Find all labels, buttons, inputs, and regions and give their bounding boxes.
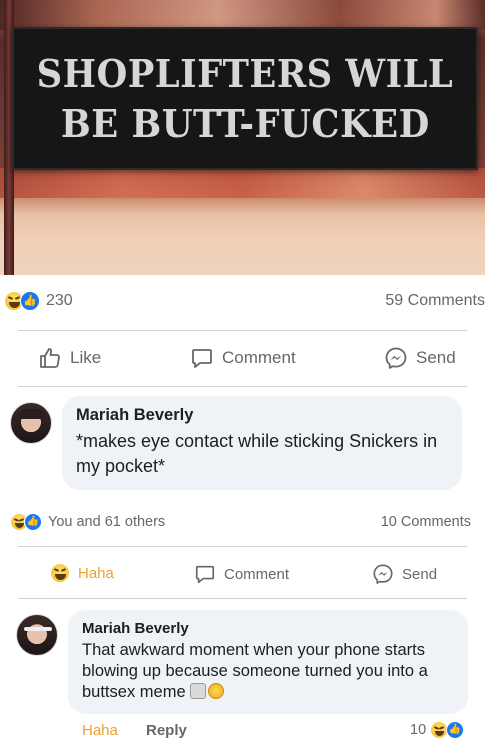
comment-button[interactable]: Comment <box>190 346 296 370</box>
send-button[interactable]: Send <box>384 346 456 370</box>
store-shelf <box>0 168 485 198</box>
messenger-icon <box>373 564 393 584</box>
avatar[interactable] <box>16 614 58 656</box>
reply-text: That awkward moment when your phone star… <box>82 641 428 701</box>
sign-text-line-1: SHOPLIFTERS WILL <box>36 50 454 96</box>
comment-icon <box>192 349 212 368</box>
warning-sign: SHOPLIFTERS WILL BE BUTT-FUCKED <box>12 27 478 170</box>
like-emoji-icon: 👍 <box>446 721 464 739</box>
scream-emoji-icon <box>189 683 206 699</box>
like-emoji-icon: 👍 <box>24 513 42 531</box>
divider <box>18 598 467 599</box>
comment-author[interactable]: Mariah Beverly <box>76 406 448 425</box>
laughing-emoji-icon <box>207 683 224 699</box>
comment-label: Comment <box>224 565 290 583</box>
reply-author[interactable]: Mariah Beverly <box>82 620 454 637</box>
post-reaction-bar: 👍 230 59 Comments <box>0 287 485 315</box>
haha-button[interactable]: Haha <box>50 563 114 583</box>
reply-bubble: Mariah Beverly That awkward moment when … <box>68 610 468 714</box>
avatar[interactable] <box>10 402 52 444</box>
post-comments-count[interactable]: 59 Comments <box>385 292 485 310</box>
reply-haha-label: Haha <box>82 722 118 739</box>
divider <box>18 330 467 331</box>
like-button[interactable]: Like <box>38 346 101 370</box>
reply-label: Reply <box>146 722 187 739</box>
divider <box>18 546 467 547</box>
send-button[interactable]: Send <box>372 563 437 585</box>
post-reaction-count[interactable]: 230 <box>46 292 73 310</box>
comment-text: *makes eye contact while sticking Snicke… <box>76 431 438 476</box>
ceiling-lights <box>0 0 485 30</box>
messenger-icon <box>385 347 407 369</box>
comment-label: Comment <box>222 348 296 367</box>
post-photo[interactable]: SHOPLIFTERS WILL BE BUTT-FUCKED <box>0 0 485 275</box>
reply-text-wrap: That awkward moment when your phone star… <box>82 640 454 703</box>
comment-icon <box>195 565 215 584</box>
send-label: Send <box>402 565 438 583</box>
comment-button[interactable]: Comment <box>194 563 289 585</box>
reply-haha-button[interactable]: Haha <box>82 722 118 739</box>
reply-reaction-count: 10 <box>410 722 427 738</box>
send-label: Send <box>416 348 456 367</box>
thumbs-up-icon <box>40 348 60 368</box>
like-emoji-icon: 👍 <box>20 291 40 311</box>
comment-reaction-bar: 👍 You and 61 others 10 Comments <box>10 512 475 534</box>
haha-label: Haha <box>78 564 114 582</box>
comment-bubble: Mariah Beverly *makes eye contact while … <box>62 396 462 490</box>
haha-emoji-icon <box>50 563 70 583</box>
comment-reaction-summary[interactable]: You and 61 others <box>48 514 165 530</box>
reply-button[interactable]: Reply <box>146 722 187 739</box>
sign-text-line-2: BE BUTT-FUCKED <box>60 100 430 146</box>
divider <box>18 386 467 387</box>
reply-reactions[interactable]: 10 👍 <box>410 720 480 742</box>
comment-replies-count[interactable]: 10 Comments <box>381 514 471 530</box>
like-label: Like <box>70 348 102 367</box>
